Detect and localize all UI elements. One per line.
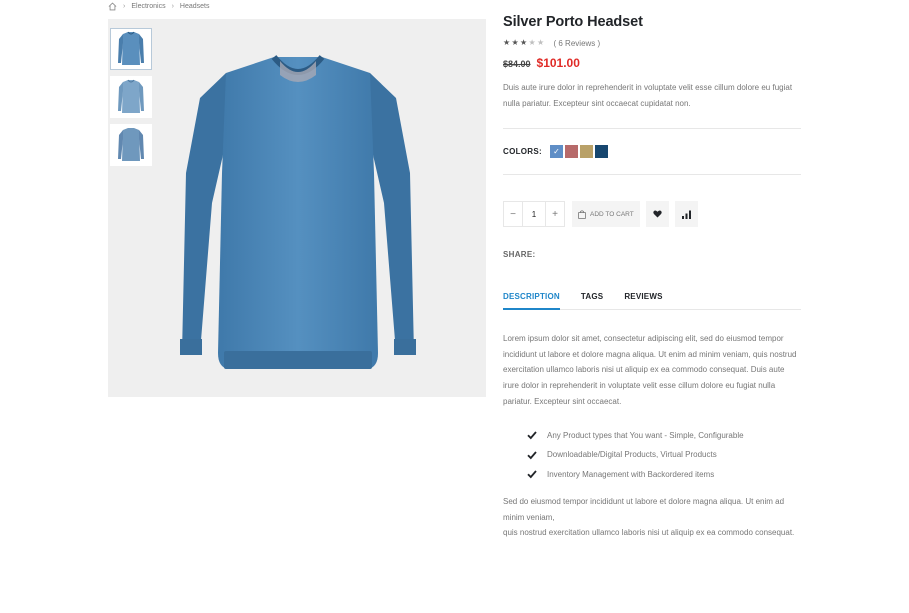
reviews-link[interactable]: ( 6 Reviews ) (554, 39, 601, 48)
thumbnail-side[interactable] (110, 76, 152, 118)
breadcrumb-link-headsets[interactable]: Headsets (180, 3, 210, 10)
bar-chart-icon (681, 210, 691, 219)
product-main-image[interactable] (108, 19, 486, 397)
add-to-cart-button[interactable]: ADD TO CART (572, 201, 640, 227)
old-price: $84.00 (503, 59, 531, 69)
sweater-thumbnail (118, 128, 144, 161)
description-paragraph: Sed do eiusmod tempor incididunt ut labo… (503, 497, 785, 522)
chevron-right-icon: › (123, 3, 126, 10)
list-item: Inventory Management with Backordered it… (527, 465, 803, 485)
description-paragraph: quis nostrud exercitation ullamco labori… (503, 528, 795, 538)
divider (503, 174, 801, 175)
product-tabs: DESCRIPTION TAGS REVIEWS (503, 292, 801, 310)
thumbnail-front[interactable] (110, 28, 152, 70)
description-paragraph: Lorem ipsum dolor sit amet, consectetur … (503, 334, 797, 406)
quantity-stepper: − 1 + (503, 201, 565, 227)
feature-list: Any Product types that You want - Simple… (527, 426, 803, 485)
product-title: Silver Porto Headset (503, 14, 643, 30)
feature-text: Inventory Management with Backordered it… (547, 469, 715, 479)
color-swatch[interactable]: ✓ (550, 145, 563, 158)
list-item: Any Product types that You want - Simple… (527, 426, 803, 446)
star-rating: ★ ★ ★ ★ ★ (503, 39, 546, 47)
star-icon: ★ (520, 38, 528, 47)
star-icon: ★ (503, 38, 511, 47)
color-swatch[interactable] (595, 145, 608, 158)
feature-text: Any Product types that You want - Simple… (547, 430, 744, 440)
color-selector: COLORS: ✓ (503, 129, 803, 174)
thumbnail-list (110, 28, 154, 172)
rating-row: ★ ★ ★ ★ ★ ( 6 Reviews ) (503, 37, 803, 49)
tab-description[interactable]: DESCRIPTION (503, 292, 560, 310)
check-icon: ✓ (553, 147, 560, 156)
chevron-right-icon: › (171, 3, 174, 10)
product-info: Silver Porto Headset ★ ★ ★ ★ ★ ( 6 Reviews )… (503, 14, 803, 541)
share-label: SHARE: (503, 250, 536, 259)
sweater-thumbnail (118, 79, 144, 113)
quantity-decrease-button[interactable]: − (504, 202, 522, 226)
tab-tags[interactable]: TAGS (581, 292, 603, 310)
wishlist-button[interactable] (645, 201, 669, 227)
list-item: Downloadable/Digital Products, Virtual P… (527, 445, 803, 465)
feature-text: Downloadable/Digital Products, Virtual P… (547, 450, 717, 460)
sweater-thumbnail (118, 31, 144, 65)
color-swatch[interactable] (580, 145, 593, 158)
colors-label: COLORS: (503, 147, 542, 156)
check-icon (527, 451, 537, 460)
breadcrumb-link-electronics[interactable]: Electronics (131, 3, 165, 10)
shopping-bag-icon (578, 209, 586, 219)
compare-button[interactable] (674, 201, 698, 227)
quantity-increase-button[interactable]: + (546, 202, 564, 226)
tab-reviews[interactable]: REVIEWS (624, 292, 662, 310)
thumbnail-back[interactable] (110, 124, 152, 166)
product-price: $101.00 (536, 56, 580, 70)
color-swatches: ✓ (550, 145, 610, 158)
price-row: $84.00 $101.00 (503, 56, 803, 70)
star-icon: ★ (537, 38, 545, 47)
check-icon (527, 470, 537, 479)
sweater-image (180, 55, 416, 369)
quantity-input[interactable]: 1 (522, 202, 546, 226)
check-icon (527, 431, 537, 440)
add-to-cart-label: ADD TO CART (590, 210, 634, 218)
short-description: Duis aute irure dolor in reprehenderit i… (503, 83, 793, 108)
star-icon: ★ (528, 38, 536, 47)
color-swatch[interactable] (565, 145, 578, 158)
heart-icon (653, 210, 662, 218)
breadcrumb: › Electronics › Headsets (108, 1, 210, 12)
cart-actions: − 1 + ADD TO CART (503, 201, 803, 227)
star-icon: ★ (511, 38, 519, 47)
home-icon[interactable] (108, 2, 117, 11)
